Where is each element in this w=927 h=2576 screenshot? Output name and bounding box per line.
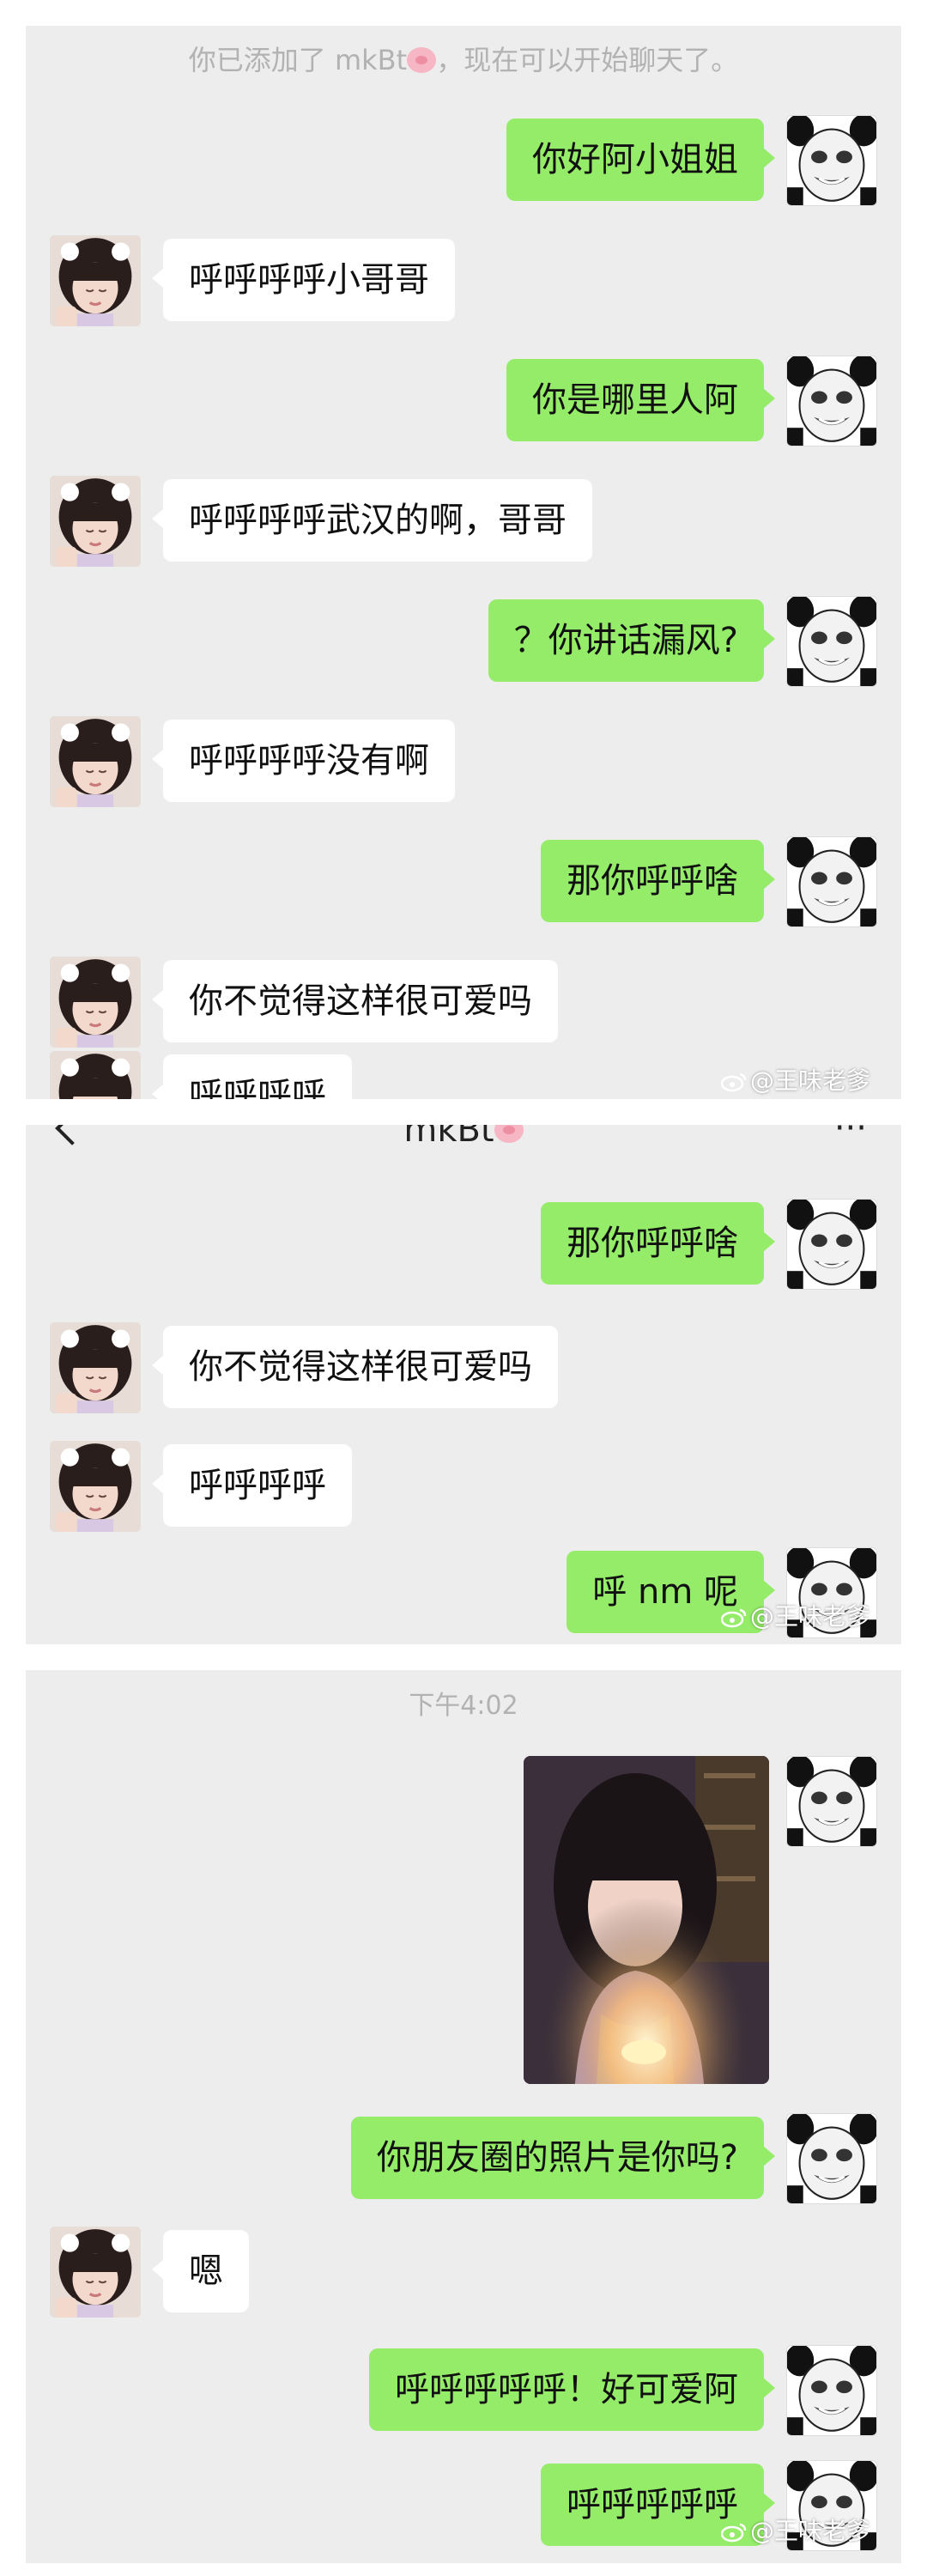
chat-panel-2: mkBt ··· 那你呼呼啥 你不觉得这样很可爱吗 呼呼呼呼 呼 nm 呢 @王… bbox=[26, 1125, 901, 1644]
girl-avatar-icon[interactable] bbox=[50, 716, 141, 807]
weibo-icon bbox=[720, 1608, 747, 1628]
chat-panel-1: 你已添加了 mkBt ，现在可以开始聊天了。 你好阿小姐姐 呼呼呼呼小哥哥 你是哪… bbox=[26, 26, 901, 1099]
panda-meme-avatar-icon[interactable] bbox=[786, 115, 877, 206]
watermark: @王味老爹 bbox=[720, 2517, 870, 2546]
pig-emoji-icon bbox=[407, 47, 437, 73]
photo-image bbox=[524, 1756, 769, 2084]
my-message-bubble[interactable]: 那你呼呼啥 bbox=[541, 840, 775, 922]
watermark: @王味老爹 bbox=[720, 1066, 870, 1096]
weibo-icon bbox=[720, 2523, 747, 2543]
system-notice: 你已添加了 mkBt ，现在可以开始聊天了。 bbox=[188, 44, 739, 76]
panda-meme-avatar-icon[interactable] bbox=[786, 836, 877, 927]
their-message-bubble[interactable]: 呼呼呼呼 bbox=[152, 1444, 352, 1527]
chat-panel-3: 下午4:02 你朋友圈的照片是你吗? 嗯 呼呼呼呼呼！好可爱阿 呼呼呼呼呼 @王… bbox=[26, 1670, 901, 2563]
girl-avatar-icon[interactable] bbox=[50, 235, 141, 326]
my-message-bubble[interactable]: 你朋友圈的照片是你吗? bbox=[350, 2117, 776, 2199]
their-message-bubble[interactable]: 呼呼呼呼 bbox=[152, 1054, 352, 1099]
girl-avatar-icon[interactable] bbox=[50, 2227, 141, 2318]
more-dots-icon[interactable]: ··· bbox=[834, 1125, 867, 1145]
their-message-bubble[interactable]: 你不觉得这样很可爱吗 bbox=[152, 1326, 558, 1408]
girl-avatar-icon[interactable] bbox=[50, 1441, 141, 1532]
girl-avatar-icon[interactable] bbox=[50, 1051, 141, 1099]
watermark: @王味老爹 bbox=[720, 1602, 870, 1631]
panda-meme-avatar-icon[interactable] bbox=[786, 1199, 877, 1290]
my-message-bubble[interactable]: 你好阿小姐姐 bbox=[506, 118, 775, 201]
pig-emoji-icon bbox=[494, 1125, 524, 1143]
girl-avatar-icon[interactable] bbox=[50, 1322, 141, 1413]
chat-title: mkBt bbox=[26, 1125, 901, 1147]
their-message-bubble[interactable]: 呼呼呼呼小哥哥 bbox=[152, 239, 455, 321]
their-message-bubble[interactable]: 呼呼呼呼武汉的啊，哥哥 bbox=[152, 479, 592, 562]
panda-meme-avatar-icon[interactable] bbox=[786, 1756, 877, 1847]
panda-meme-avatar-icon[interactable] bbox=[786, 596, 877, 687]
shared-photo[interactable] bbox=[524, 1756, 769, 2084]
weibo-icon bbox=[720, 1072, 747, 1092]
my-message-bubble[interactable]: 呼呼呼呼呼！好可爱阿 bbox=[369, 2348, 775, 2431]
timestamp: 下午4:02 bbox=[409, 1691, 518, 1721]
my-message-bubble[interactable]: 那你呼呼啥 bbox=[541, 1202, 775, 1285]
their-message-bubble[interactable]: 嗯 bbox=[152, 2230, 249, 2312]
their-message-bubble[interactable]: 呼呼呼呼没有啊 bbox=[152, 720, 455, 802]
my-message-bubble[interactable]: 你是哪里人阿 bbox=[506, 359, 775, 441]
panda-meme-avatar-icon[interactable] bbox=[786, 2113, 877, 2204]
girl-avatar-icon[interactable] bbox=[50, 957, 141, 1048]
their-message-bubble[interactable]: 你不觉得这样很可爱吗 bbox=[152, 960, 558, 1042]
panda-meme-avatar-icon[interactable] bbox=[786, 355, 877, 447]
my-message-bubble[interactable]: ？你讲话漏风? bbox=[488, 599, 776, 682]
girl-avatar-icon[interactable] bbox=[50, 476, 141, 567]
panda-meme-avatar-icon[interactable] bbox=[786, 2345, 877, 2436]
